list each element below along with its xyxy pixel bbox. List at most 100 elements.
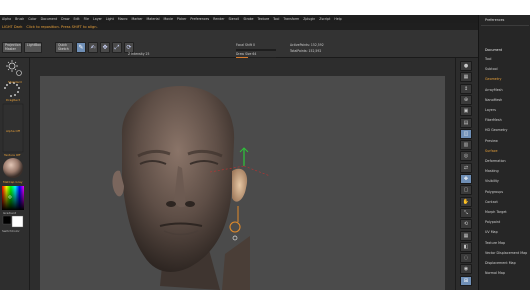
focal-shift-slider[interactable] — [236, 49, 276, 51]
local-button[interactable]: ◎ — [460, 151, 472, 162]
tray-item[interactable]: Polypaint — [485, 220, 500, 224]
persp-button[interactable]: ◫ — [460, 128, 472, 139]
menu-item[interactable]: Texture — [257, 17, 269, 21]
draw-icon[interactable]: ✍ — [88, 42, 98, 53]
tray-header[interactable]: Preferences — [485, 18, 504, 22]
material-label: MatCap Gray — [3, 180, 23, 184]
tray-item[interactable]: Vector Displacement Map — [485, 251, 527, 255]
tray-item[interactable]: FiberMesh — [485, 118, 502, 122]
tray-item[interactable]: Visibility — [485, 179, 499, 183]
document-viewport[interactable] — [30, 58, 455, 290]
main-color-swatch[interactable] — [11, 215, 24, 228]
menu-item[interactable]: Movie — [163, 17, 172, 21]
menu-item[interactable]: File — [84, 17, 89, 21]
tray-item[interactable]: Masking — [485, 169, 499, 173]
menu-item[interactable]: Material — [147, 17, 160, 21]
menu-item[interactable]: Stroke — [243, 17, 253, 21]
left-nostril — [166, 201, 176, 207]
scale-view-button[interactable]: ⤡ — [460, 207, 472, 218]
menu-item[interactable]: Render — [213, 17, 224, 21]
menu-item[interactable]: Help — [334, 17, 341, 21]
frame-button[interactable]: ▢ — [460, 185, 472, 196]
move-view-button[interactable]: ✋ — [460, 196, 472, 207]
head-sculpt[interactable] — [40, 76, 445, 290]
spix-button[interactable]: ▦ — [460, 72, 472, 83]
zbrush-window: Alpha Brush Color Document Draw Edit File Layer… — [0, 15, 530, 290]
xpose-button[interactable]: ⊞ — [460, 275, 472, 286]
bpr-button[interactable]: ● — [460, 61, 472, 71]
tray-item[interactable]: Tool — [485, 57, 491, 61]
menu-item[interactable]: Edit — [73, 17, 79, 21]
actual-button[interactable]: ▣ — [460, 106, 472, 117]
menu-item[interactable]: Zscript — [319, 17, 330, 21]
scale-icon[interactable]: ⤢ — [112, 42, 122, 53]
material-sphere-icon[interactable] — [3, 158, 23, 178]
menu-item[interactable]: Tool — [273, 17, 279, 21]
secondary-color-swatch[interactable] — [2, 215, 12, 225]
scroll-button[interactable]: ↕ — [460, 83, 472, 94]
tray-item[interactable]: Layers — [485, 108, 496, 112]
tray-item[interactable]: UV Map — [485, 230, 498, 234]
tray-item[interactable]: Geometry — [485, 77, 501, 81]
menu-item[interactable]: Picker — [177, 17, 187, 21]
tray-item[interactable]: Polygroups — [485, 190, 503, 194]
tray-item[interactable]: Displacement Map — [485, 261, 516, 265]
hint-message: Click to reposition. Press SHIFT to alig… — [26, 24, 98, 29]
solo-button[interactable]: ◉ — [460, 264, 472, 275]
floor-button[interactable]: ▥ — [460, 140, 472, 151]
gizmo-rotate-ring[interactable] — [229, 221, 241, 233]
aahalf-button[interactable]: ▤ — [460, 117, 472, 128]
menu-item[interactable]: Stencil — [229, 17, 240, 21]
menu-item[interactable]: Draw — [61, 17, 69, 21]
lightbox-button[interactable]: LightBox — [24, 42, 42, 53]
menu-item[interactable]: Macro — [118, 17, 128, 21]
menu-item[interactable]: Color — [28, 17, 36, 21]
tray-item[interactable]: Subtool — [485, 67, 498, 71]
move-icon[interactable]: ✥ — [100, 42, 110, 53]
tray-item[interactable]: Texture Map — [485, 241, 505, 245]
top-toolbar: Projection Master LightBox Quick Sketch … — [0, 30, 478, 60]
projection-master-button[interactable]: Projection Master — [2, 42, 22, 53]
gizmo-pivot[interactable] — [232, 235, 238, 241]
menu-item[interactable]: Preferences — [190, 17, 209, 21]
rotate-view-button[interactable]: ⟲ — [460, 219, 472, 230]
standard-brush-icon[interactable] — [6, 60, 22, 76]
menu-item[interactable]: Light — [106, 17, 114, 21]
zoom-button[interactable]: ⊕ — [460, 94, 472, 105]
menu-item[interactable]: Brush — [15, 17, 24, 21]
canvas[interactable] — [40, 76, 445, 290]
lsym-button[interactable]: ⇄ — [460, 162, 472, 173]
right-nostril — [185, 201, 195, 207]
tray-item[interactable]: Morph Target — [485, 210, 507, 214]
tray-item[interactable]: Contact — [485, 200, 498, 204]
menu-item[interactable]: Document — [41, 17, 58, 21]
tray-item[interactable]: ArrayMesh — [485, 88, 503, 92]
menu-item[interactable]: Alpha — [2, 17, 11, 21]
light-dark-toggle[interactable]: LIGHT Dark — [2, 25, 22, 29]
tray-section[interactable]: Document — [485, 48, 502, 52]
gizmo-x-axis[interactable] — [243, 165, 271, 177]
tray-item[interactable]: HD Geometry — [485, 128, 508, 132]
tray-item[interactable]: NanoMesh — [485, 98, 502, 102]
polyf-button[interactable]: ▦ — [460, 230, 472, 241]
menu-item[interactable]: Transform — [283, 17, 299, 21]
stroke-label: DragRect — [6, 98, 20, 102]
color-picker[interactable] — [2, 186, 24, 210]
active-points: ActivePoints: 152,592 — [290, 43, 324, 47]
menu-item[interactable]: Layer — [93, 17, 102, 21]
tray-item[interactable]: Preview — [485, 139, 498, 143]
stroke-dots-icon[interactable] — [4, 82, 20, 97]
switch-color-label: SwitchColor — [2, 229, 20, 233]
draw-size-label: Draw Size 64 — [236, 52, 257, 56]
tray-item[interactable]: Surface — [485, 149, 498, 153]
alpha-slot[interactable] — [2, 103, 24, 153]
quick-sketch-button[interactable]: Quick Sketch — [55, 42, 73, 53]
transp-button[interactable]: ◧ — [460, 241, 472, 252]
ghost-button[interactable]: ◌ — [460, 253, 472, 264]
tray-item[interactable]: Normal Map — [485, 271, 505, 275]
menu-item[interactable]: Zplugin — [303, 17, 315, 21]
edit-icon[interactable]: ✎ — [76, 42, 86, 53]
xyz-button[interactable]: ✥ — [460, 174, 472, 184]
menu-item[interactable]: Marker — [132, 17, 143, 21]
tray-item[interactable]: Deformation — [485, 159, 506, 163]
